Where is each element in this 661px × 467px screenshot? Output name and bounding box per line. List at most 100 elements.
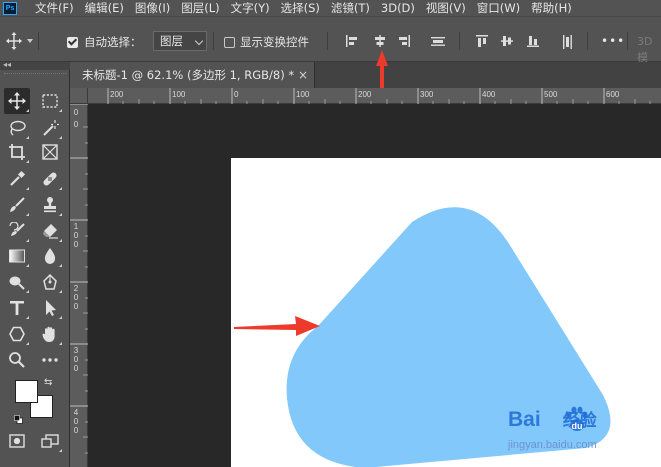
path-selection-icon — [41, 299, 59, 317]
gradient-icon — [8, 248, 26, 264]
menu-select[interactable]: 选择(S) — [281, 0, 320, 16]
eyedropper-tool[interactable] — [4, 166, 30, 192]
frame-tool[interactable] — [37, 139, 63, 165]
menu-image[interactable]: 图像(I) — [135, 0, 170, 16]
close-tab-icon[interactable]: × — [298, 67, 308, 83]
tool-group-indicator — [59, 187, 62, 190]
eyedropper-icon — [8, 170, 26, 188]
ruler-label: 100 — [296, 90, 310, 99]
lasso-tool[interactable] — [4, 115, 30, 141]
default-colors-icon[interactable] — [14, 409, 23, 424]
menu-help[interactable]: 帮助(H) — [531, 0, 572, 16]
more-options-button[interactable]: ••• — [601, 35, 625, 47]
auto-select-target-value: 图层 — [160, 34, 183, 48]
menu-type[interactable]: 文字(Y) — [231, 0, 270, 16]
move-tool-preset-icon[interactable] — [6, 31, 22, 51]
ps-logo: Ps — [3, 1, 17, 15]
shape-tool[interactable] — [4, 321, 30, 347]
tool-group-indicator — [59, 239, 62, 242]
show-transform-checkbox[interactable] — [224, 37, 235, 48]
ruler-label: 4 0 0 — [73, 408, 79, 435]
quick-mask-icon — [9, 434, 25, 448]
zoom-tool[interactable] — [4, 347, 30, 373]
svg-text:du: du — [572, 421, 583, 431]
quick-mask-button[interactable] — [4, 428, 30, 454]
ruler-label: 3 0 0 — [73, 346, 79, 373]
tools-panel: ◂◂ ⇆ — [0, 60, 70, 467]
edit-toolbar-button[interactable] — [37, 347, 63, 373]
menu-window[interactable]: 窗口(W) — [477, 0, 520, 16]
vertical-ruler[interactable]: 0 0 1 0 0 2 0 0 3 0 0 4 0 0 — [70, 104, 88, 467]
foreground-color-swatch[interactable] — [15, 380, 38, 403]
menu-3d[interactable]: 3D(D) — [381, 0, 415, 16]
document-tab[interactable]: 未标题-1 @ 62.1% (多边形 1, RGB/8) * × — [70, 62, 315, 88]
align-left-edges-icon[interactable] — [345, 34, 359, 48]
auto-select-label: 自动选择： — [84, 35, 142, 49]
preset-dropdown-icon[interactable] — [27, 39, 33, 43]
frame-icon — [41, 143, 59, 161]
align-top-edges-icon[interactable] — [475, 34, 489, 48]
dodge-tool[interactable] — [4, 269, 30, 295]
chevron-down-icon — [194, 36, 204, 46]
tool-group-indicator — [26, 187, 29, 190]
brush-tool[interactable] — [4, 192, 30, 218]
swap-colors-icon[interactable]: ⇆ — [44, 378, 52, 388]
menu-view[interactable]: 视图(V) — [426, 0, 466, 16]
healing-brush-tool[interactable] — [37, 166, 63, 192]
type-icon — [8, 299, 26, 317]
history-brush-tool[interactable] — [4, 218, 30, 244]
clone-stamp-icon — [41, 196, 59, 214]
align-right-edges-icon[interactable] — [397, 34, 411, 48]
ruler-label: 100 — [172, 90, 186, 99]
crop-tool[interactable] — [4, 139, 30, 165]
divider — [213, 32, 214, 50]
zoom-icon — [8, 351, 26, 369]
divider — [38, 32, 39, 50]
screen-mode-button[interactable] — [37, 428, 63, 454]
menu-filter[interactable]: 滤镜(T) — [331, 0, 370, 16]
ruler-label: 200 — [110, 90, 124, 99]
marquee-tool[interactable] — [37, 88, 63, 114]
align-vertical-centers-icon[interactable] — [500, 34, 514, 48]
menu-file[interactable]: 文件(F) — [35, 0, 74, 16]
show-transform-label: 显示变换控件 — [240, 35, 309, 49]
clone-stamp-tool[interactable] — [37, 192, 63, 218]
distribute-vertically-icon[interactable] — [560, 34, 574, 49]
horizontal-ruler[interactable]: 200 100 0 100 200 300 400 500 600 — [88, 88, 661, 104]
path-selection-tool[interactable] — [37, 295, 63, 321]
pen-tool[interactable] — [37, 269, 63, 295]
divider — [587, 32, 588, 50]
document-tab-bar: 未标题-1 @ 62.1% (多边形 1, RGB/8) * × — [70, 62, 661, 88]
tool-group-indicator — [26, 239, 29, 242]
gradient-tool[interactable] — [4, 243, 30, 269]
tool-group-indicator — [26, 342, 29, 345]
crop-icon — [8, 143, 26, 161]
distribute-horizontally-icon[interactable] — [430, 34, 445, 48]
menu-edit[interactable]: 编辑(E) — [85, 0, 124, 16]
toolbar-grip[interactable] — [4, 73, 66, 75]
magic-wand-tool[interactable] — [37, 115, 63, 141]
baidu-watermark: Bai经验 du jingyan.baidu.com — [500, 404, 660, 464]
ruler-origin[interactable] — [70, 88, 88, 104]
move-icon — [8, 92, 26, 110]
collapse-icon[interactable]: ◂◂ — [3, 60, 11, 70]
brush-icon — [8, 196, 26, 214]
move-tool[interactable] — [4, 88, 30, 114]
tool-group-indicator — [59, 109, 62, 112]
ruler-label: 1 0 0 — [73, 222, 79, 249]
tool-group-indicator — [26, 316, 29, 319]
healing-brush-icon — [41, 170, 59, 188]
blur-tool[interactable] — [37, 243, 63, 269]
align-horizontal-centers-icon[interactable] — [373, 34, 387, 48]
hand-tool[interactable] — [37, 321, 63, 347]
document-tab-title: 未标题-1 @ 62.1% (多边形 1, RGB/8) * — [82, 68, 295, 82]
auto-select-target-dropdown[interactable]: 图层 — [153, 31, 207, 51]
type-tool[interactable] — [4, 295, 30, 321]
rect-marquee-icon — [41, 93, 59, 109]
align-bottom-edges-icon[interactable] — [526, 34, 540, 48]
watermark-url: jingyan.baidu.com — [508, 439, 597, 451]
eraser-tool[interactable] — [37, 218, 63, 244]
auto-select-checkbox[interactable] — [67, 37, 78, 48]
menu-layer[interactable]: 图层(L) — [181, 0, 219, 16]
screen-mode-icon — [41, 434, 59, 448]
